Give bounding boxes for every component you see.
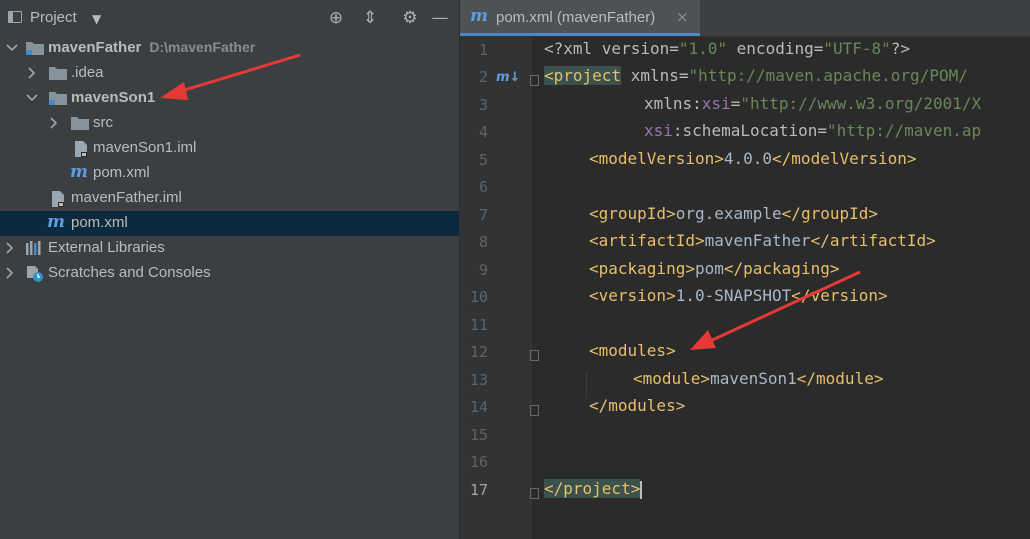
chevron-down-icon[interactable]	[6, 41, 18, 55]
chevron-right-icon[interactable]	[26, 66, 38, 80]
code-line-4: xsi:schemaLocation="http://maven.ap	[644, 121, 982, 140]
line-number: 11	[469, 316, 488, 334]
line-number: 7	[478, 206, 488, 224]
line-number: 9	[478, 261, 488, 279]
project-path: D:\mavenFather	[149, 39, 256, 55]
tree-item-idea[interactable]: .idea	[0, 61, 459, 86]
code-line-1: <?xml version="1.0" encoding="UTF-8"?>	[544, 39, 911, 58]
tree-item-scratches[interactable]: Scratches and Consoles	[0, 261, 459, 286]
tree-item-label: pom.xml	[93, 164, 150, 181]
code-line-8: <artifactId>mavenFather</artifactId>	[589, 231, 936, 250]
line-number: 8	[478, 233, 488, 251]
close-icon[interactable]: ×	[676, 8, 689, 26]
tree-item-label: mavenFather	[48, 39, 142, 56]
line-number: 4	[478, 123, 488, 141]
line-number: 3	[478, 96, 488, 114]
project-panel-icon[interactable]	[8, 11, 22, 23]
iml-file-icon	[75, 141, 87, 157]
text-cursor	[640, 480, 643, 499]
line-number: 12	[469, 343, 488, 361]
module-folder-icon	[49, 92, 67, 105]
gear-icon[interactable]: ⚙	[400, 8, 420, 28]
line-number: 2	[478, 68, 488, 86]
module-folder-icon	[26, 42, 44, 55]
folder-icon	[71, 117, 89, 130]
code-line-14: </modules>	[589, 396, 686, 415]
folder-icon	[49, 67, 67, 80]
locate-icon[interactable]: ⊕	[326, 8, 346, 28]
code-line-2: <project xmlns="http://maven.apache.org/…	[544, 66, 968, 85]
minimize-icon[interactable]: —	[430, 8, 450, 28]
tree-item-mavenSon1[interactable]: mavenSon1	[0, 86, 459, 111]
code-line-12: <modules>	[589, 341, 676, 360]
tree-item-label: .idea	[71, 64, 104, 81]
tree-item-mavenFather-iml[interactable]: mavenFather.iml	[0, 186, 459, 211]
tree-item-label: mavenFather.iml	[71, 189, 182, 206]
chevron-down-icon[interactable]: ▼	[92, 12, 101, 26]
libraries-icon	[26, 241, 41, 255]
tree-item-label: mavenSon1	[71, 89, 156, 106]
code-line-5: <modelVersion>4.0.0</modelVersion>	[589, 149, 917, 168]
line-number: 1	[478, 41, 488, 59]
tree-item-src[interactable]: src	[0, 111, 459, 136]
code-editor[interactable]: <?xml version="1.0" encoding="UTF-8"?> <…	[532, 36, 1030, 539]
line-number: 5	[478, 151, 488, 169]
iml-file-icon	[52, 191, 64, 207]
tree-item-son-pom[interactable]: m pom.xml	[0, 161, 459, 186]
line-number: 15	[469, 426, 488, 444]
line-number: 6	[478, 178, 488, 196]
editor-pane: m pom.xml (mavenFather) × 1 2 3 4 5 6 7 …	[460, 0, 1030, 539]
chevron-right-icon[interactable]	[4, 266, 16, 280]
indent-guide	[586, 371, 587, 399]
tree-item-mavenFather[interactable]: mavenFather D:\mavenFather	[0, 36, 459, 61]
tree-item-label: pom.xml	[71, 214, 128, 231]
project-panel-header: Project ▼ ⊕ ⇕ ⚙ —	[0, 0, 459, 36]
maven-icon: m	[47, 212, 65, 232]
scratches-icon	[27, 266, 43, 282]
line-number-current: 17	[469, 481, 488, 499]
line-number: 14	[469, 398, 488, 416]
tree-item-label: mavenSon1.iml	[93, 139, 197, 156]
line-number: 16	[469, 453, 488, 471]
editor-tab-bar: m pom.xml (mavenFather) ×	[460, 0, 1030, 37]
line-number: 10	[469, 288, 488, 306]
code-line-9: <packaging>pom</packaging>	[589, 259, 840, 278]
code-line-3: xmlns:xsi="http://www.w3.org/2001/X	[644, 94, 982, 113]
chevron-down-icon[interactable]	[26, 91, 38, 105]
chevron-right-icon[interactable]	[4, 241, 16, 255]
tree-item-label: External Libraries	[48, 239, 165, 256]
tree-item-father-pom[interactable]: m pom.xml	[0, 211, 459, 236]
editor-gutter[interactable]: 1 2 3 4 5 6 7 8 9 10 11 12 13 14 15 16 1…	[460, 36, 539, 539]
tree-item-external-libraries[interactable]: External Libraries	[0, 236, 459, 261]
collapse-icon[interactable]: ⇕	[360, 8, 380, 28]
chevron-right-icon[interactable]	[48, 116, 60, 130]
code-line-7: <groupId>org.example</groupId>	[589, 204, 878, 223]
code-line-17: </project>	[544, 479, 643, 499]
code-line-10: <version>1.0-SNAPSHOT</version>	[589, 286, 888, 305]
tree-item-label: Scratches and Consoles	[48, 264, 211, 281]
code-line-13: <module>mavenSon1</module>	[633, 369, 884, 388]
tab-pom-xml[interactable]: m pom.xml (mavenFather) ×	[460, 0, 700, 36]
line-number: 13	[469, 371, 488, 389]
project-tool-window: Project ▼ ⊕ ⇕ ⚙ — mavenFather D:\mavenFat…	[0, 0, 459, 539]
tree-item-label: src	[93, 114, 113, 131]
project-view-selector[interactable]: Project	[30, 9, 77, 26]
maven-icon: m	[470, 6, 488, 26]
maven-icon: m	[70, 162, 88, 182]
tree-item-mavenSon1-iml[interactable]: mavenSon1.iml	[0, 136, 459, 161]
maven-sync-gutter-icon[interactable]: m↓	[496, 70, 520, 85]
tab-label: pom.xml (mavenFather)	[496, 9, 656, 26]
